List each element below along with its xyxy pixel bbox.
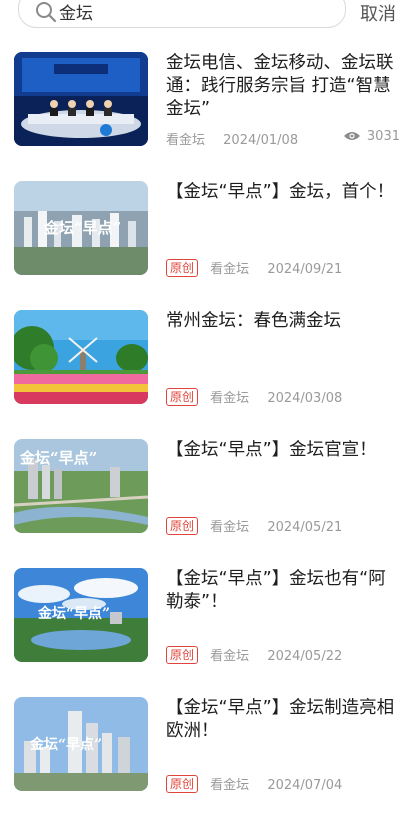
original-badge: 原创 (166, 259, 199, 277)
original-badge: 原创 (166, 775, 199, 793)
article-source: 看金坛 (210, 649, 250, 664)
article-source: 看金坛 (210, 391, 250, 406)
article-title[interactable]: 【金坛“早点”】金坛，首个！ (166, 181, 398, 204)
search-icon (36, 2, 57, 23)
windmill-tulips-image (14, 310, 148, 404)
article-source: 看金坛 (210, 262, 250, 277)
original-badge: 原创 (166, 646, 199, 664)
article-meta: 原创 看金坛 2024/09/21 (166, 258, 342, 278)
article-item[interactable]: 金坛“早点” 【金坛“早点”】金坛，首个！ 原创 看金坛 2024/09/21 (0, 181, 420, 309)
article-thumbnail[interactable]: 金坛“早点” (14, 181, 148, 275)
article-source: 看金坛 (210, 778, 250, 793)
article-thumbnail[interactable]: 金坛“早点” (14, 697, 148, 791)
article-item[interactable]: 金坛“早点” 【金坛“早点”】金坛官宣！ 原创 看金坛 2024/05/21 (0, 439, 420, 567)
thumbnail-caption: 金坛“早点” (43, 219, 121, 237)
original-badge: 原创 (166, 517, 199, 535)
view-count: 3031 (343, 129, 400, 144)
article-thumbnail[interactable]: 金坛“早点” (14, 439, 148, 533)
article-title[interactable]: 【金坛“早点”】金坛制造亮相欧洲！ (166, 697, 398, 743)
news-studio-image (14, 52, 148, 146)
article-meta: 原创 看金坛 2024/05/22 (166, 645, 342, 665)
article-thumbnail[interactable] (14, 310, 148, 404)
thumbnail-caption: 金坛“早点” (29, 736, 102, 753)
thumbnail-caption: 金坛“早点” (37, 605, 110, 622)
thumbnail-caption: 金坛“早点” (19, 449, 97, 467)
search-box[interactable] (18, 0, 346, 28)
article-item[interactable]: 金坛“早点” 【金坛“早点”】金坛也有“阿勒泰”！ 原创 看金坛 2024/05… (0, 568, 420, 696)
article-item[interactable]: 金坛“早点” 【金坛“早点”】金坛制造亮相欧洲！ 原创 看金坛 2024/07/… (0, 697, 420, 825)
article-meta: 原创 看金坛 2024/07/04 (166, 774, 342, 794)
top-search-bar: 取消 (0, 0, 420, 34)
original-badge: 原创 (166, 388, 199, 406)
article-date: 2024/09/21 (267, 262, 343, 277)
eye-icon (343, 132, 360, 140)
river-city-image: 金坛“早点” (14, 439, 148, 533)
city-aerial-image: 金坛“早点” (14, 181, 148, 275)
article-source: 看金坛 (166, 133, 206, 148)
view-count-value: 3031 (366, 129, 400, 144)
article-meta: 看金坛 2024/01/08 (166, 129, 298, 149)
article-date: 2024/03/08 (267, 391, 343, 406)
article-date: 2024/05/22 (267, 649, 343, 664)
search-input[interactable] (59, 0, 319, 23)
article-title[interactable]: 【金坛“早点”】金坛官宣！ (166, 439, 398, 462)
article-title[interactable]: 【金坛“早点”】金坛也有“阿勒泰”！ (166, 568, 398, 614)
sky-lake-image: 金坛“早点” (14, 568, 148, 662)
towers-image: 金坛“早点” (14, 697, 148, 791)
article-title[interactable]: 金坛电信、金坛移动、金坛联通：践行服务宗旨 打造“智慧金坛” (166, 52, 398, 121)
article-meta: 原创 看金坛 2024/05/21 (166, 516, 342, 536)
cancel-button[interactable]: 取消 (360, 0, 396, 26)
article-meta: 原创 看金坛 2024/03/08 (166, 387, 342, 407)
article-item[interactable]: 金坛电信、金坛移动、金坛联通：践行服务宗旨 打造“智慧金坛” 看金坛 2024/… (0, 52, 420, 180)
article-title[interactable]: 常州金坛：春色满金坛 (166, 310, 398, 333)
article-thumbnail[interactable] (14, 52, 148, 146)
article-date: 2024/07/04 (267, 778, 343, 793)
article-item[interactable]: 常州金坛：春色满金坛 原创 看金坛 2024/03/08 (0, 310, 420, 438)
article-thumbnail[interactable]: 金坛“早点” (14, 568, 148, 662)
article-date: 2024/05/21 (267, 520, 343, 535)
article-source: 看金坛 (210, 520, 250, 535)
article-date: 2024/01/08 (223, 133, 299, 148)
